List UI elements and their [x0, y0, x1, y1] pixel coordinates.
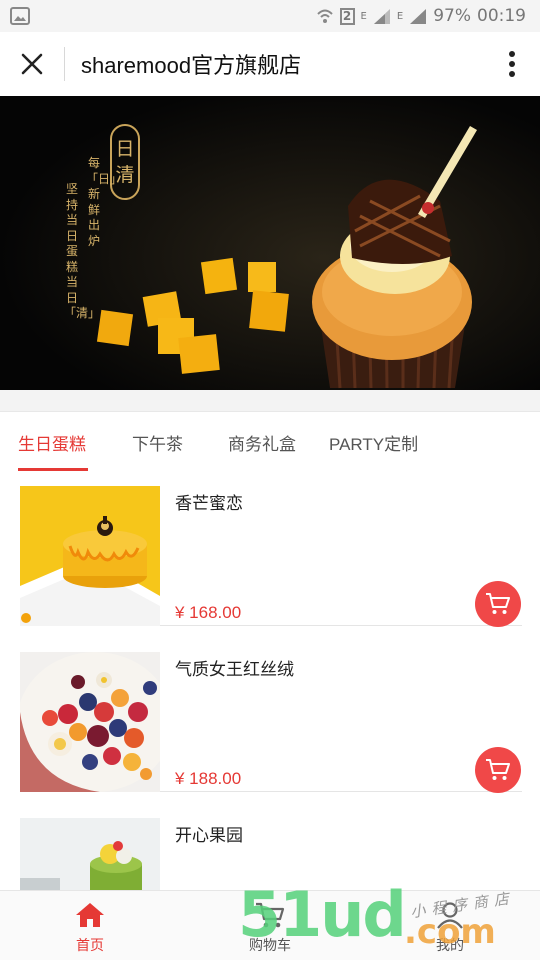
product-thumbnail[interactable] [20, 486, 160, 626]
product-price: ¥ 168.00 [175, 603, 242, 622]
sim-badge: 2 [339, 7, 355, 25]
tab-cart[interactable]: 购物车 [210, 891, 330, 960]
tab-home[interactable]: 首页 [30, 891, 150, 960]
status-bar: 2 E E 97% 00:19 [0, 0, 540, 32]
product-item[interactable]: 香芒蜜恋 ¥ 168.00 [20, 486, 522, 627]
cart-icon [486, 759, 510, 780]
product-price: ¥ 188.00 [175, 769, 242, 788]
add-to-cart-button[interactable] [475, 581, 521, 627]
tab-profile[interactable]: 我的 [390, 891, 510, 960]
title-bar: sharemood官方旗舰店 [0, 32, 540, 96]
cart-icon [256, 902, 285, 928]
product-thumbnail[interactable] [20, 652, 160, 792]
battery-percent: 97% [433, 6, 471, 26]
red-velvet-cake-image [20, 652, 160, 792]
wifi-calling-icon [316, 9, 333, 23]
tab-cart-label: 购物车 [249, 937, 291, 953]
clock: 00:19 [477, 6, 526, 26]
section-separator [0, 390, 540, 412]
tab-profile-label: 我的 [436, 937, 464, 953]
banner-seal: 日清 [110, 124, 140, 200]
more-vertical-icon [509, 51, 515, 77]
product-name: 香芒蜜恋 [175, 494, 243, 513]
signal-icon-2 [410, 8, 427, 24]
title-divider [64, 47, 65, 81]
status-indicators: 2 E E 97% 00:19 [316, 6, 526, 26]
network-type-label-2: E [396, 10, 404, 22]
category-tabs: 生日蛋糕 下午茶 商务礼盒 PARTY定制 [0, 412, 540, 472]
user-icon [437, 902, 463, 929]
tab-birthday-cake[interactable]: 生日蛋糕 [18, 430, 86, 455]
gallery-notification-icon [10, 7, 30, 25]
banner-cake-illustration [0, 96, 540, 390]
product-item[interactable]: 气质女王红丝绒 ¥ 188.00 [20, 652, 522, 793]
mango-cake-image [20, 486, 160, 626]
tab-afternoon-tea[interactable]: 下午茶 [132, 430, 183, 455]
active-tab-indicator [18, 468, 88, 471]
more-button[interactable] [484, 32, 540, 96]
cart-icon [486, 593, 510, 614]
product-name: 开心果园 [175, 826, 243, 845]
page-title: sharemood官方旗舰店 [81, 53, 302, 78]
banner-slogan-2: 坚持当日蛋糕当日「清」 [64, 182, 100, 320]
tab-party-custom[interactable]: PARTY定制 [329, 430, 418, 455]
tab-business-gift[interactable]: 商务礼盒 [228, 430, 296, 455]
bottom-tab-bar: 首页 购物车 我的 [0, 890, 540, 960]
close-button[interactable] [0, 32, 64, 96]
product-name: 气质女王红丝绒 [175, 660, 294, 679]
banner-slogan-1: 每「日」新鲜出炉 [86, 156, 122, 248]
add-to-cart-button[interactable] [475, 747, 521, 793]
promo-banner[interactable]: 日清 每「日」新鲜出炉 坚持当日蛋糕当日「清」 [0, 96, 540, 390]
close-icon [21, 53, 43, 75]
home-icon [76, 903, 104, 927]
network-type-label: E [360, 10, 367, 22]
tab-home-label: 首页 [76, 937, 104, 953]
signal-icon [373, 8, 390, 24]
